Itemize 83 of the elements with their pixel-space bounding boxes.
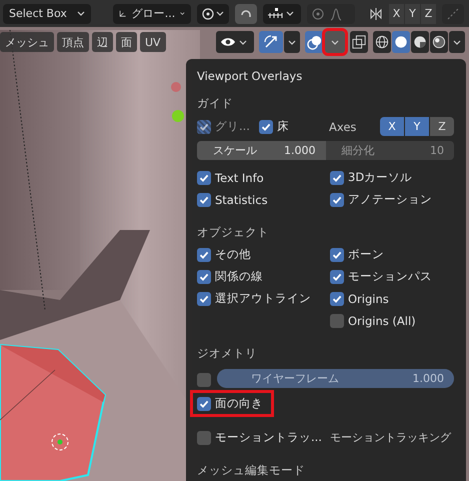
mirror-axis-button[interactable]: Y bbox=[405, 4, 420, 24]
checkbox[interactable] bbox=[197, 292, 211, 306]
pivot-dropdown[interactable] bbox=[197, 4, 229, 24]
option-label[interactable]: アノテーション bbox=[348, 192, 432, 207]
shading-mode-button[interactable] bbox=[430, 31, 448, 53]
option-label[interactable]: 床 bbox=[277, 119, 289, 134]
section-heading: ジオメトリ bbox=[197, 346, 258, 361]
popover-title: Viewport Overlays bbox=[197, 69, 304, 83]
checkbox[interactable] bbox=[197, 430, 211, 444]
option-label[interactable]: モーションパス bbox=[348, 269, 432, 284]
checkbox[interactable] bbox=[197, 192, 211, 206]
checkbox[interactable] bbox=[259, 120, 273, 134]
option-label[interactable]: Origins (All) bbox=[348, 314, 416, 328]
field-label: スケール bbox=[213, 143, 257, 158]
menu-button[interactable]: 辺 bbox=[92, 32, 113, 52]
section-heading: オブジェクト bbox=[197, 225, 270, 240]
snap-increment-dropdown[interactable] bbox=[263, 4, 301, 24]
overlays-toggle[interactable] bbox=[305, 31, 324, 53]
xray-toggle[interactable] bbox=[350, 31, 368, 53]
axes-label: Axes bbox=[329, 120, 356, 134]
mirror-icon bbox=[369, 6, 383, 20]
option-label[interactable]: 関係の線 bbox=[215, 269, 263, 284]
checkbox[interactable] bbox=[197, 372, 211, 386]
slider-value: 1.000 bbox=[412, 372, 444, 385]
field-value: 1.000 bbox=[284, 144, 316, 157]
slider-label: ワイヤーフレーム bbox=[251, 371, 339, 386]
option-label[interactable]: モーショントラッ... bbox=[215, 430, 322, 445]
sphere-icon bbox=[375, 35, 389, 49]
menu-button[interactable]: 頂点 bbox=[57, 32, 89, 52]
mirror-axis-button[interactable]: X bbox=[389, 4, 404, 24]
option-label[interactable]: 選択アウトライン bbox=[215, 291, 311, 306]
option-label[interactable]: Text Info bbox=[215, 170, 264, 184]
chevron-down-icon bbox=[453, 40, 461, 44]
axis-toggle[interactable]: Z bbox=[430, 117, 454, 136]
section-heading: メッシュ編集モード bbox=[197, 463, 306, 478]
shading-mode-button[interactable] bbox=[411, 31, 429, 53]
number-field[interactable]: スケール 1.000 bbox=[197, 141, 326, 160]
checkbox[interactable] bbox=[330, 314, 344, 328]
proportional-edit-icon[interactable] bbox=[307, 4, 355, 24]
mirror-axis-button[interactable]: Z bbox=[421, 4, 436, 24]
option-label[interactable]: ボーン bbox=[348, 247, 384, 262]
checkbox[interactable] bbox=[330, 270, 344, 284]
chevron-down-icon bbox=[180, 11, 185, 16]
slider[interactable]: ワイヤーフレーム 1.000 bbox=[217, 369, 454, 388]
shading-dropdown[interactable] bbox=[449, 31, 465, 53]
axis-toggle[interactable]: Y bbox=[405, 117, 429, 136]
option-label[interactable]: 面の向き bbox=[215, 396, 263, 411]
menu-button[interactable]: 面 bbox=[116, 32, 137, 52]
pivot-point-icon bbox=[201, 6, 225, 20]
sphere-icon bbox=[413, 35, 427, 49]
option-label[interactable]: Origins bbox=[348, 292, 389, 306]
menu-button[interactable]: UV bbox=[140, 32, 166, 52]
sphere-icon bbox=[432, 35, 446, 49]
checkbox[interactable] bbox=[330, 292, 344, 306]
axis-toggle[interactable]: X bbox=[380, 117, 404, 136]
menu-button[interactable]: メッシュ bbox=[0, 32, 54, 52]
overlapping-squares-icon bbox=[352, 35, 366, 49]
chevron-down-icon bbox=[288, 40, 296, 44]
field-value: 10 bbox=[430, 144, 444, 157]
option-label[interactable]: Statistics bbox=[215, 192, 268, 206]
select-tool-dropdown[interactable]: Select Box bbox=[3, 4, 91, 24]
checkbox[interactable] bbox=[197, 270, 211, 284]
orientation-dropdown[interactable]: グロー... bbox=[113, 4, 191, 24]
dropdown-label[interactable]: モーショントラッキング bbox=[330, 430, 454, 445]
chevron-down-icon bbox=[331, 40, 339, 44]
checkbox[interactable] bbox=[197, 170, 211, 184]
checkbox[interactable] bbox=[330, 192, 344, 206]
gizmo-arrow-icon bbox=[263, 34, 279, 50]
checkbox[interactable] bbox=[197, 248, 211, 262]
overlapping-circles-icon bbox=[307, 34, 322, 50]
checkbox[interactable] bbox=[197, 396, 211, 410]
gizmo-dropdown[interactable] bbox=[284, 31, 300, 53]
checkbox[interactable] bbox=[330, 248, 344, 262]
field-label: 細分化 bbox=[342, 143, 374, 158]
gizmo-toggle[interactable] bbox=[259, 31, 283, 53]
chevron-down-icon bbox=[77, 11, 85, 16]
section-heading: ガイド bbox=[197, 96, 234, 111]
selectability-dropdown[interactable] bbox=[216, 31, 254, 53]
checkbox[interactable] bbox=[330, 170, 344, 184]
sphere-icon bbox=[394, 35, 408, 49]
option-label[interactable]: その他 bbox=[215, 247, 251, 262]
shading-mode-button[interactable] bbox=[373, 31, 391, 53]
option-label[interactable]: 3Dカーソル bbox=[348, 170, 412, 185]
